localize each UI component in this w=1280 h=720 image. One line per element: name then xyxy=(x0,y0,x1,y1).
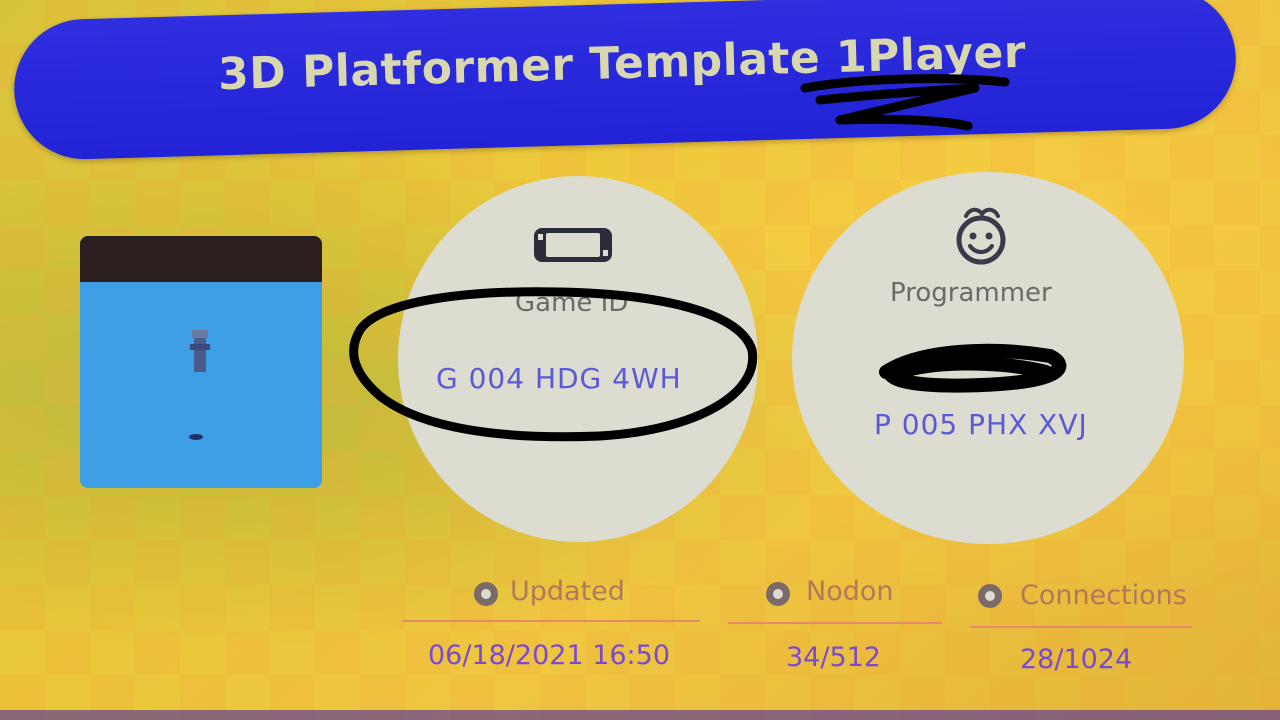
nodon-label: Nodon xyxy=(806,576,894,607)
nodon-divider xyxy=(728,622,942,624)
player-shadow xyxy=(189,434,203,440)
smiling-face-icon xyxy=(956,207,1006,265)
updated-divider xyxy=(402,620,700,622)
clock-icon xyxy=(474,582,498,606)
player-character xyxy=(190,330,210,372)
game-id-value[interactable]: G 004 HDG 4WH xyxy=(436,362,682,395)
bottom-edge xyxy=(0,710,1280,720)
programmer-label: Programmer xyxy=(890,278,1052,308)
connections-divider xyxy=(970,626,1192,628)
connections-label: Connections xyxy=(1020,580,1187,611)
programmer-id-value[interactable]: P 005 PHX XVJ xyxy=(874,408,1088,441)
handheld-console-icon xyxy=(534,228,612,262)
updated-value: 06/18/2021 16:50 xyxy=(428,640,671,671)
connections-value: 28/1024 xyxy=(1020,644,1133,675)
thumbnail-sky xyxy=(80,236,322,282)
nodon-icon xyxy=(766,582,790,606)
game-thumbnail xyxy=(80,236,322,488)
link-icon xyxy=(978,584,1002,608)
game-id-label: Game ID xyxy=(515,288,629,318)
updated-label: Updated xyxy=(510,576,625,607)
title-scribble-overlay xyxy=(800,74,1010,131)
nodon-value: 34/512 xyxy=(786,642,881,673)
